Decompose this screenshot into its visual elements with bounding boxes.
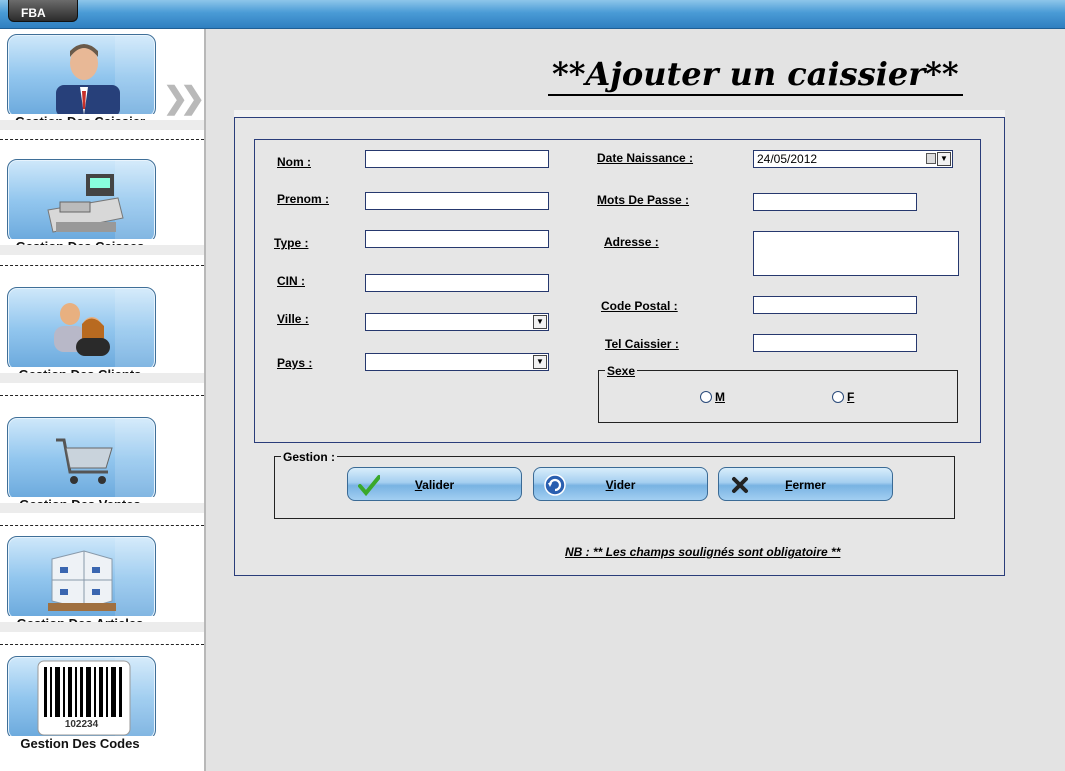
nom-field[interactable]	[365, 150, 549, 168]
fermer-label: Fermer	[785, 478, 826, 492]
barcode-number: 102234	[64, 719, 99, 730]
fermer-button[interactable]: Fermer	[718, 467, 893, 501]
sexe-m-label[interactable]: M	[715, 390, 725, 404]
sexe-m-radio[interactable]	[700, 391, 712, 403]
date-naissance-label: Date Naissance :	[597, 151, 694, 165]
date-naissance-value: 24/05/2012	[757, 152, 818, 166]
type-label: Type :	[274, 236, 309, 250]
code-postal-label: Code Postal :	[601, 299, 678, 313]
page-title: **Ajouter un caissier**	[548, 55, 963, 96]
ville-select[interactable]: ▼	[365, 313, 549, 331]
vider-button[interactable]: Vider	[533, 467, 708, 501]
ventes-button[interactable]	[7, 417, 156, 501]
valider-label: Valider	[414, 478, 455, 492]
sexe-group	[598, 370, 958, 423]
divider	[0, 644, 204, 645]
code-postal-field[interactable]	[753, 296, 917, 314]
app-tab[interactable]: FBA	[8, 0, 78, 22]
codes-button[interactable]: 102234	[7, 656, 156, 740]
chevron-down-icon[interactable]: ▼	[533, 315, 547, 329]
sexe-title: Sexe	[605, 364, 638, 378]
ville-label: Ville :	[277, 312, 309, 326]
prenom-label: Prenom :	[277, 192, 330, 206]
mots-de-passe-field[interactable]	[753, 193, 917, 211]
cin-label: CIN :	[277, 274, 305, 288]
divider	[0, 139, 204, 140]
expand-arrows-icon[interactable]: ❯❯	[163, 81, 205, 116]
shopping-cart-icon	[56, 438, 113, 484]
sexe-f-radio[interactable]	[832, 391, 844, 403]
pays-select[interactable]: ▼	[365, 353, 549, 371]
vider-label: Vider	[605, 478, 636, 492]
sidebar-item-label: Gestion Des Codes	[0, 736, 160, 751]
divider	[0, 265, 204, 266]
tel-caissier-label: Tel Caissier :	[605, 337, 679, 351]
cash-register-icon	[47, 174, 124, 233]
type-field[interactable]	[365, 230, 549, 248]
required-fields-note: NB : ** Les champs soulignés sont obliga…	[565, 545, 841, 559]
mots-de-passe-label: Mots De Passe :	[597, 193, 690, 207]
tel-caissier-field[interactable]	[753, 334, 917, 352]
prenom-field[interactable]	[365, 192, 549, 210]
gestion-title: Gestion :	[281, 450, 338, 464]
divider	[0, 525, 204, 526]
title-bar: FBA	[0, 0, 1065, 29]
caisses-button[interactable]	[7, 159, 156, 243]
sidebar: ❯❯ Gestion Des Caissier Gestion Des Cais…	[0, 29, 206, 771]
articles-button[interactable]	[7, 536, 156, 620]
businessman-icon	[56, 44, 120, 117]
calendar-icon[interactable]	[926, 153, 936, 164]
divider	[0, 395, 204, 396]
date-naissance-picker[interactable]: 24/05/2012 ▼	[753, 150, 953, 168]
chevron-down-icon[interactable]: ▼	[533, 355, 547, 369]
boxes-icon	[48, 550, 116, 611]
sexe-f-label[interactable]: F	[847, 390, 854, 404]
adresse-label: Adresse :	[604, 235, 659, 249]
clients-button[interactable]	[7, 287, 156, 371]
valider-button[interactable]: Valider	[347, 467, 522, 501]
adresse-field[interactable]	[753, 231, 959, 276]
chevron-down-icon[interactable]: ▼	[937, 152, 951, 166]
nom-label: Nom :	[277, 155, 311, 169]
caissier-button[interactable]	[7, 34, 156, 118]
pays-label: Pays :	[277, 356, 313, 370]
clients-icon	[54, 303, 110, 356]
cin-field[interactable]	[365, 274, 549, 292]
